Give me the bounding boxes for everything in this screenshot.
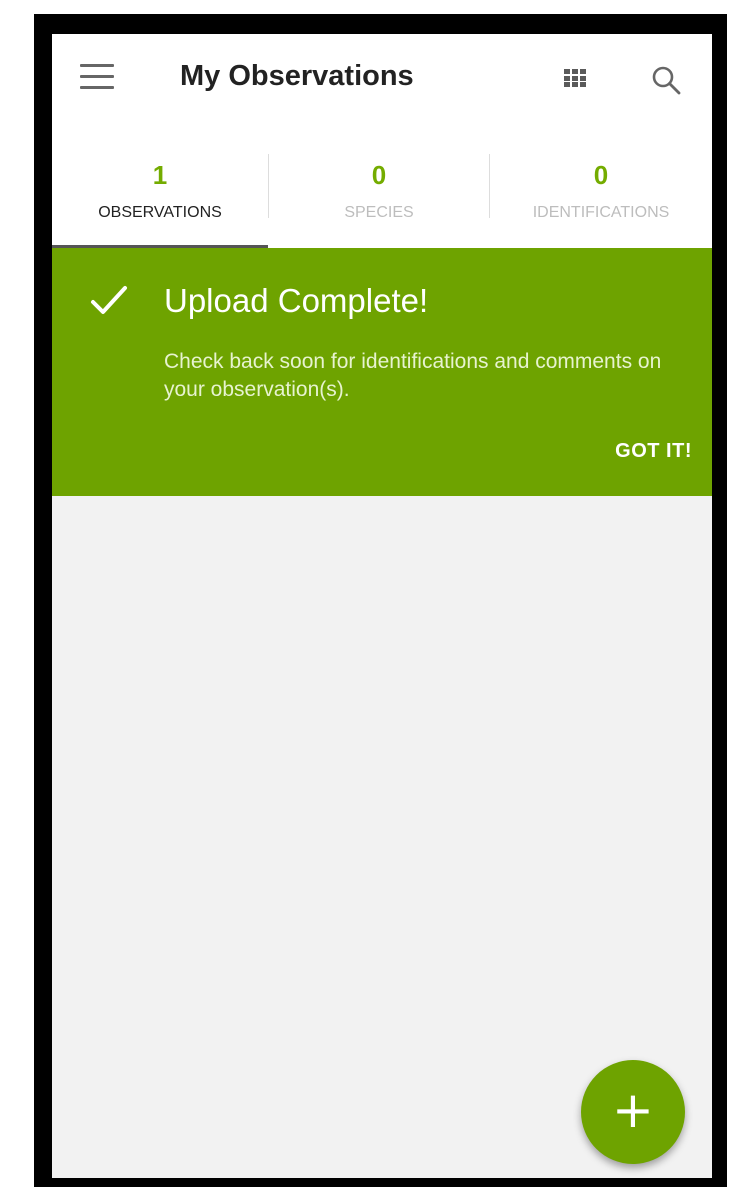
app-bar: My Observations bbox=[52, 34, 712, 124]
tab-identifications[interactable]: 0 IDENTIFICATIONS bbox=[490, 124, 712, 248]
stats-tabs: 1 OBSERVATIONS 0 SPECIES 0 IDENTIFICATIO… bbox=[52, 124, 712, 248]
add-observation-button[interactable]: + bbox=[581, 1060, 685, 1164]
hamburger-menu-icon[interactable] bbox=[80, 64, 114, 90]
checkmark-icon bbox=[91, 286, 127, 314]
banner-title: Upload Complete! bbox=[164, 282, 429, 319]
identifications-count: 0 bbox=[593, 160, 609, 190]
got-it-button[interactable]: GOT IT! bbox=[615, 440, 692, 463]
banner-message: Check back soon for identifications and … bbox=[164, 350, 662, 401]
species-count: 0 bbox=[371, 160, 387, 190]
tab-observations[interactable]: 1 OBSERVATIONS bbox=[52, 124, 268, 248]
tab-species[interactable]: 0 SPECIES bbox=[269, 124, 489, 248]
app-screen: My Observations 1 OBSERVATIONS 0 SPECIES… bbox=[52, 34, 712, 1178]
page-title: My Observations bbox=[180, 60, 414, 92]
grid-view-icon[interactable] bbox=[564, 69, 586, 87]
identifications-label: IDENTIFICATIONS bbox=[532, 204, 670, 221]
observations-count: 1 bbox=[152, 160, 168, 190]
upload-complete-banner: Upload Complete! Check back soon for ide… bbox=[52, 248, 712, 496]
species-label: SPECIES bbox=[344, 204, 414, 221]
plus-icon: + bbox=[612, 1081, 654, 1139]
observations-label: OBSERVATIONS bbox=[98, 204, 222, 221]
search-icon[interactable] bbox=[650, 64, 682, 96]
